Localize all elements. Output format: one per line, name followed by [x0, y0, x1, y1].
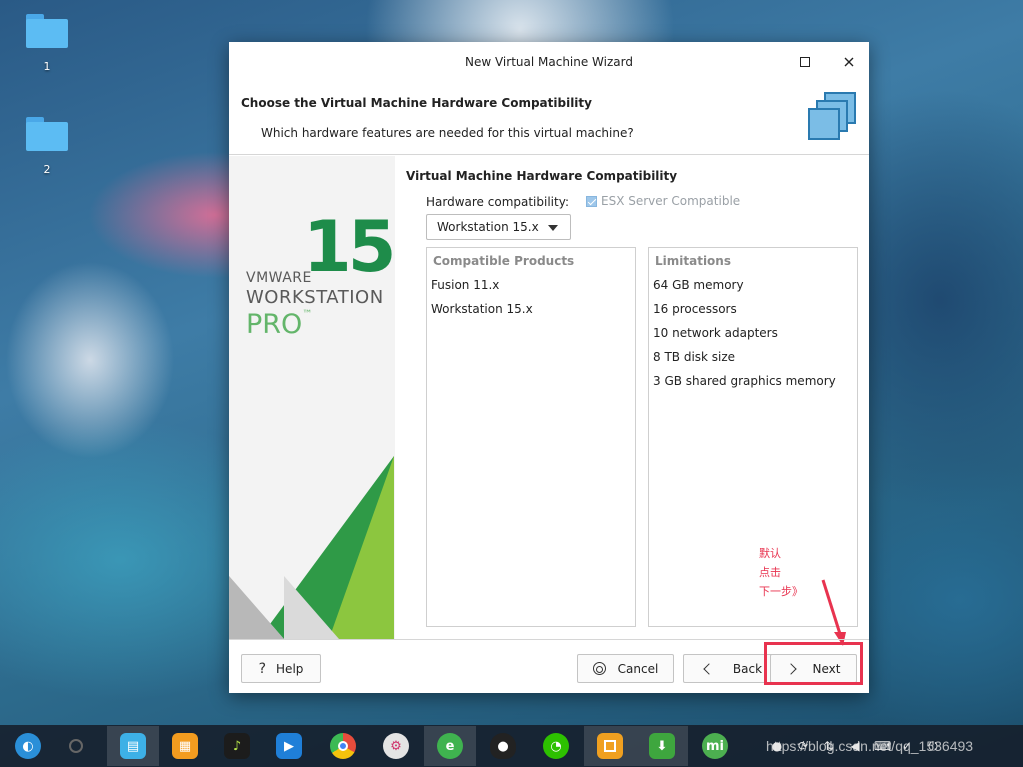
mi-icon: mi — [702, 733, 728, 759]
window-title: New Virtual Machine Wizard — [465, 55, 633, 69]
titlebar[interactable]: New Virtual Machine Wizard — [229, 42, 869, 82]
taskbar-app-music[interactable]: ♪ — [211, 726, 263, 766]
taskbar-app-video[interactable]: ▶ — [263, 726, 315, 766]
header-subtitle: Which hardware features are needed for t… — [261, 126, 634, 140]
section-title: Virtual Machine Hardware Compatibility — [406, 169, 678, 183]
list-item: Workstation 15.x — [431, 302, 533, 316]
hardware-compatibility-label: Hardware compatibility: — [426, 195, 569, 209]
back-label: Back — [732, 661, 763, 676]
help-icon: ? — [258, 660, 267, 677]
compatible-products-list[interactable]: Compatible Products Fusion 11.x Workstat… — [426, 247, 636, 627]
desktop-folder-1[interactable]: 1 — [17, 14, 77, 73]
multitasking-icon — [69, 739, 83, 753]
vmware-icon — [597, 733, 623, 759]
new-vm-wizard-dialog: New Virtual Machine Wizard Choose the Vi… — [229, 42, 869, 693]
brand-version: 15 — [303, 206, 395, 288]
cancel-icon — [592, 662, 606, 675]
list-item: 10 network adapters — [653, 326, 778, 340]
trademark-mark: ™ — [302, 309, 313, 320]
desktop-folder-2[interactable]: 2 — [17, 117, 77, 176]
wechat-icon: ◔ — [543, 733, 569, 759]
annotation-note: 默认 点击 下一步》 — [759, 544, 803, 601]
wizard-header: Choose the Virtual Machine Hardware Comp… — [229, 82, 869, 155]
checkbox-checked-icon — [586, 195, 597, 207]
file-manager-icon: ▤ — [120, 733, 146, 759]
cancel-label: Cancel — [617, 661, 659, 676]
settings-icon: ⚙ — [383, 733, 409, 759]
music-icon: ♪ — [224, 733, 250, 759]
close-button[interactable] — [835, 50, 863, 74]
list-item: 3 GB shared graphics memory — [653, 374, 836, 388]
browser-icon: e — [437, 733, 463, 759]
compatible-products-header: Compatible Products — [433, 254, 575, 268]
limitations-header: Limitations — [655, 254, 731, 268]
annotation-line: 下一步》 — [759, 585, 803, 598]
taskbar-app-wechat[interactable]: ◔ — [530, 726, 582, 766]
taskbar-app-store-2[interactable]: ⬇ — [636, 726, 688, 766]
taskbar-app-qq[interactable]: ● — [477, 726, 529, 766]
annotation-line: 默认 — [759, 547, 781, 560]
help-button[interactable]: ? Help — [241, 654, 321, 683]
brand-edition: PRO™ — [246, 309, 312, 340]
maximize-button[interactable] — [791, 50, 819, 74]
taskbar-app-browser[interactable]: e — [424, 726, 476, 766]
brand-product: WORKSTATION — [246, 287, 384, 308]
dropdown-caret-icon — [548, 225, 558, 231]
taskbar-app-store[interactable]: ▦ — [159, 726, 211, 766]
esx-compatible-label: ESX Server Compatible — [601, 194, 741, 208]
limitations-list[interactable]: Limitations 64 GB memory 16 processors 1… — [648, 247, 858, 627]
taskbar-app-mi[interactable]: mi — [689, 726, 741, 766]
folder-icon — [26, 117, 68, 151]
chevron-left-icon — [703, 662, 715, 675]
taskbar-app-chrome[interactable] — [317, 726, 369, 766]
maximize-icon — [800, 57, 810, 67]
next-button-highlight — [764, 642, 863, 685]
video-icon: ▶ — [276, 733, 302, 759]
cancel-button[interactable]: Cancel — [577, 654, 674, 683]
brand-edition-text: PRO — [246, 309, 303, 340]
qq-icon: ● — [490, 733, 516, 759]
store-icon: ⬇ — [649, 733, 675, 759]
launcher-button[interactable]: ◐ — [2, 726, 54, 766]
list-item: 16 processors — [653, 302, 737, 316]
taskbar-app-vmware[interactable] — [584, 726, 636, 766]
app-store-icon: ▦ — [172, 733, 198, 759]
close-icon — [844, 57, 854, 67]
list-item: Fusion 11.x — [431, 278, 500, 292]
branding-panel: 15 VMWARE WORKSTATION PRO™ — [229, 156, 395, 639]
hardware-stack-icon — [808, 92, 858, 142]
desktop-folder-label: 1 — [43, 60, 51, 73]
help-label: Help — [276, 661, 304, 676]
multitasking-button[interactable] — [50, 726, 102, 766]
esx-compatible-checkbox[interactable]: ESX Server Compatible — [586, 194, 740, 208]
desktop-folder-label: 2 — [43, 163, 51, 176]
select-value: Workstation 15.x — [437, 220, 539, 234]
header-title: Choose the Virtual Machine Hardware Comp… — [241, 96, 592, 110]
list-item: 8 TB disk size — [653, 350, 736, 364]
list-item: 64 GB memory — [653, 278, 744, 292]
taskbar-app-file-manager[interactable]: ▤ — [107, 726, 159, 766]
chrome-icon — [330, 733, 356, 759]
annotation-line: 点击 — [759, 566, 781, 579]
brand-vendor: VMWARE — [246, 270, 312, 286]
watermark-url: https://blog.csdn.net/qq_1536493 — [766, 738, 974, 754]
hardware-compatibility-select[interactable]: Workstation 15.x — [426, 214, 571, 240]
launcher-icon: ◐ — [15, 733, 41, 759]
taskbar-app-settings[interactable]: ⚙ — [370, 726, 422, 766]
folder-icon — [26, 14, 68, 48]
